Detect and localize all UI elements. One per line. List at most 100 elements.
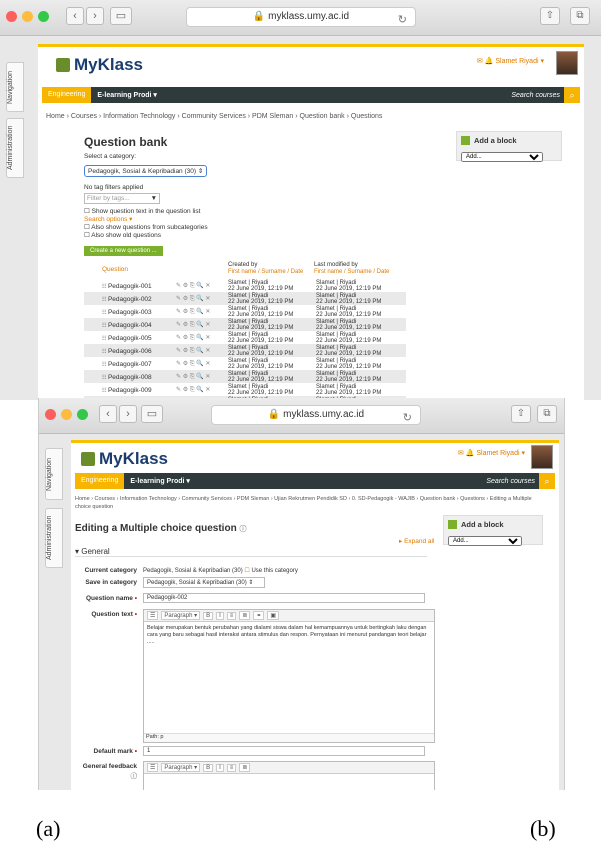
question-name[interactable]: ⁝⁝ Pedagogik-007 [84,360,176,368]
bold-icon[interactable]: B [203,611,214,620]
question-name[interactable]: ⁝⁝ Pedagogik-006 [84,347,176,355]
help-icon[interactable]: ⓘ [239,526,246,533]
show-text-checkbox[interactable]: ☐ Show question text in the question lis… [84,207,284,215]
created-by: Slamet | Riyadi22 June 2019, 12:19 PM [228,344,294,357]
back-icon[interactable]: ‹ [99,405,117,423]
use-category-checkbox[interactable]: ☐ [244,568,249,574]
question-name[interactable]: ⁝⁝ Pedagogik-003 [84,308,176,316]
back-icon[interactable]: ‹ [66,7,84,25]
link-icon[interactable]: ⚭ [253,611,265,620]
question-actions[interactable]: ✎ ⚙ ⎘ 🔍 ✕ [176,321,228,329]
search-icon[interactable]: ⌕ [539,473,555,489]
address-bar[interactable]: 🔒 myklass.umy.ac.id ↻ [186,7,416,27]
question-name[interactable]: ⁝⁝ Pedagogik-004 [84,321,176,329]
modified-by: Slamet | Riyadi22 June 2019, 12:19 PM [316,331,382,344]
category-select[interactable]: Pedagogik, Sosial & Kepribadian (30) ⇕ [84,165,208,177]
col-created-sort[interactable]: First name / Surname / Date [228,269,303,275]
tab-administration[interactable]: Administration [6,118,24,178]
italic-icon[interactable]: I [216,611,224,620]
tag-filter-input[interactable]: Filter by tags... ▼ [84,193,160,204]
window-controls-b[interactable] [45,409,88,420]
logo-icon [81,452,95,466]
question-name[interactable]: ⁝⁝ Pedagogik-001 [84,282,176,290]
question-actions[interactable]: ✎ ⚙ ⎘ 🔍 ✕ [176,347,228,355]
nav-elearning-prodi-b[interactable]: E-learning Prodi ▾ [130,477,190,485]
search-label[interactable]: Search courses [511,92,560,99]
bullet-list-icon[interactable]: ≡ [226,763,237,772]
question-actions[interactable]: ✎ ⚙ ⎘ 🔍 ✕ [176,386,228,394]
tabs-icon[interactable]: ⧉ [570,7,590,25]
question-actions[interactable]: ✎ ⚙ ⎘ 🔍 ✕ [176,373,228,381]
expand-all-link[interactable]: ▸ Expand all [399,537,434,545]
tab-navigation[interactable]: Navigation [6,62,24,112]
question-text-content[interactable]: Belajar merupakan bentuk perubahan yang … [144,622,434,649]
subcategories-checkbox[interactable]: ☐ Also show questions from subcategories [84,223,284,231]
reload-icon[interactable]: ↻ [398,11,407,29]
nav-elearning-prodi[interactable]: E-learning Prodi ▾ [97,91,157,99]
question-name[interactable]: ⁝⁝ Pedagogik-002 [84,295,176,303]
search-icon[interactable]: ⌕ [564,87,580,103]
add-block-select-b[interactable]: Add... [448,536,522,546]
question-actions[interactable]: ✎ ⚙ ⎘ 🔍 ✕ [176,360,228,368]
numbered-list-icon[interactable]: ≣ [239,611,251,620]
paragraph-dropdown-feedback[interactable]: Paragraph ▾ [161,763,201,772]
current-category-value: Pedagogik, Sosial & Kepribadian (30) ☐ U… [143,568,298,574]
image-icon[interactable]: ▣ [267,611,280,620]
user-menu-b[interactable]: ✉ 🔔 Slamet Riyadi ▾ [458,449,525,457]
block-icon [448,520,457,529]
nav-engineering-b[interactable]: Engineering [75,473,125,489]
forward-icon[interactable]: › [119,405,137,423]
sidebar-toggle-icon[interactable]: ▭ [141,405,163,423]
table-row: ⁝⁝ Pedagogik-009 ✎ ⚙ ⎘ 🔍 ✕ Slamet | Riyadi… [84,383,406,396]
breadcrumb-b[interactable]: Home › Courses › Information Technology … [75,495,545,511]
site-logo-b[interactable]: MyKlass [81,449,168,469]
search-label-b[interactable]: Search courses [486,478,535,485]
nav-engineering[interactable]: Engineering [42,87,92,103]
save-category-select[interactable]: Pedagogik, Sosial & Kepribadian (30) ⇕ [143,577,265,588]
no-tag-text: No tag filters applied [84,184,144,191]
tab-navigation-b[interactable]: Navigation [45,448,63,500]
save-category-label: Save in category [85,579,137,586]
bullet-list-icon[interactable]: ≡ [226,611,237,620]
tab-administration-b[interactable]: Administration [45,508,63,568]
question-actions[interactable]: ✎ ⚙ ⎘ 🔍 ✕ [176,295,228,303]
share-icon[interactable]: ⇧ [540,7,560,25]
question-name-input[interactable]: Pedagogik-002 [143,593,425,603]
bold-icon[interactable]: B [203,763,214,772]
question-actions[interactable]: ✎ ⚙ ⎘ 🔍 ✕ [176,282,228,290]
toolbar-toggle-icon[interactable]: ☰ [147,611,159,620]
avatar-b[interactable] [531,445,553,469]
create-question-button[interactable]: Create a new question ... [84,246,163,256]
tabs-icon[interactable]: ⧉ [537,405,557,423]
section-general[interactable]: ▾ General [75,547,110,556]
search-options-link[interactable]: Search options ▾ [84,215,284,223]
breadcrumb[interactable]: Home › Courses › Information Technology … [46,113,382,120]
site-logo[interactable]: MyKlass [56,55,143,75]
col-modified-sort[interactable]: First name / Surname / Date [314,269,389,275]
user-menu[interactable]: ✉ 🔔 Slamet Riyadi ▾ [477,57,544,65]
old-questions-checkbox[interactable]: ☐ Also show old questions [84,231,284,239]
question-actions[interactable]: ✎ ⚙ ⎘ 🔍 ✕ [176,308,228,316]
address-bar-b[interactable]: 🔒 myklass.umy.ac.id ↻ [211,405,421,425]
sidebar-toggle-icon[interactable]: ▭ [110,7,132,25]
toolbar-toggle-icon[interactable]: ☰ [147,763,159,772]
default-mark-input[interactable]: 1 [143,746,425,756]
question-name[interactable]: ⁝⁝ Pedagogik-008 [84,373,176,381]
col-question[interactable]: Question [84,266,228,273]
question-actions[interactable]: ✎ ⚙ ⎘ 🔍 ✕ [176,334,228,342]
reload-icon[interactable]: ↻ [403,409,412,427]
numbered-list-icon[interactable]: ≣ [239,763,251,772]
editor-path: Path: p [144,733,434,742]
general-feedback-editor[interactable]: ☰ Paragraph ▾ B I ≡ ≣ [143,761,435,790]
question-name[interactable]: ⁝⁝ Pedagogik-009 [84,386,176,394]
avatar[interactable] [556,51,578,75]
window-controls[interactable] [6,11,49,22]
table-row: ⁝⁝ Pedagogik-008 ✎ ⚙ ⎘ 🔍 ✕ Slamet | Riyadi… [84,370,406,383]
add-block-select[interactable]: Add... [461,152,543,162]
italic-icon[interactable]: I [216,763,224,772]
question-text-editor[interactable]: ☰ Paragraph ▾ B I ≡ ≣ ⚭ ▣ Belajar merupakan ben… [143,609,435,743]
paragraph-dropdown[interactable]: Paragraph ▾ [161,611,201,620]
forward-icon[interactable]: › [86,7,104,25]
share-icon[interactable]: ⇧ [511,405,531,423]
question-name[interactable]: ⁝⁝ Pedagogik-005 [84,334,176,342]
